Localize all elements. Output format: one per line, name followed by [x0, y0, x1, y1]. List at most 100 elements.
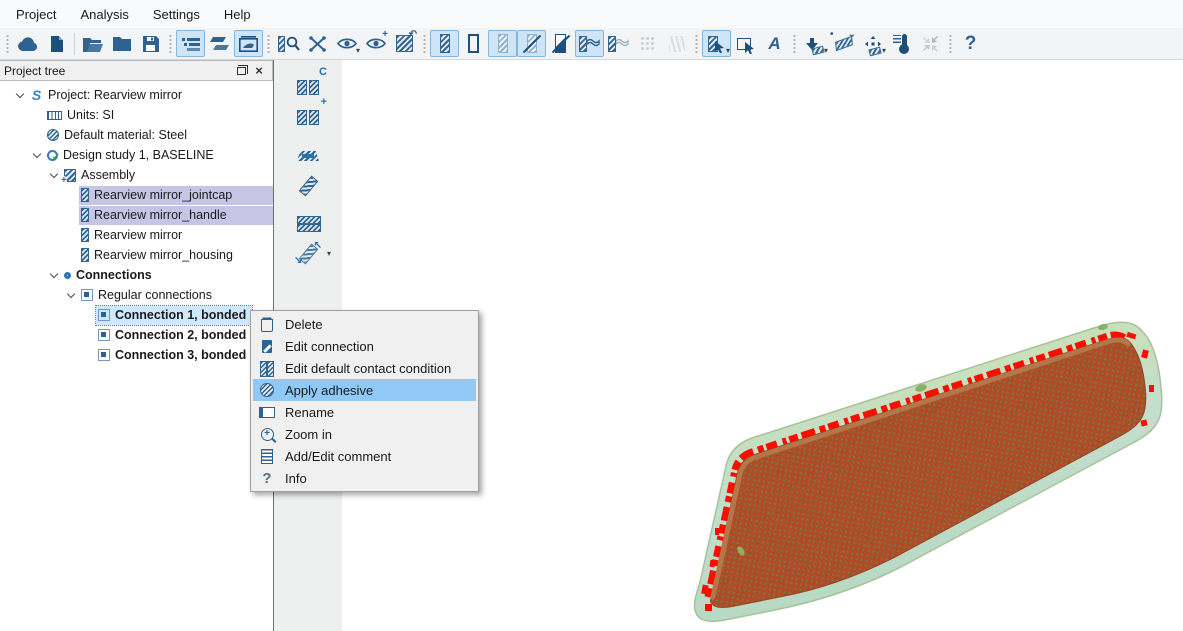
tree-row[interactable]: Connection 1, bonded	[0, 305, 273, 325]
spot-weld-icon[interactable]	[291, 172, 325, 200]
show-vertices-icon[interactable]	[633, 30, 662, 57]
toolbar-grip[interactable]	[422, 33, 427, 55]
toolbar-grip[interactable]	[5, 33, 10, 55]
new-file-icon[interactable]	[42, 30, 71, 57]
tree-row-body[interactable]: Rearview mirror_housing	[79, 246, 273, 265]
add-connection-icon[interactable]: +	[291, 102, 325, 130]
menu-help[interactable]: Help	[212, 3, 263, 26]
tree-row[interactable]: Connection 3, bonded	[0, 345, 273, 365]
tree-row-body[interactable]: Connection 1, bonded	[96, 306, 252, 325]
tree-row-body[interactable]: Default material: Steel	[45, 126, 273, 145]
context-menu-item[interactable]: Edit default contact condition	[253, 357, 476, 379]
tree-row-body[interactable]: Connection 3, bonded	[96, 346, 273, 365]
context-menu-item[interactable]: Apply adhesive	[253, 379, 476, 401]
tree-row-body[interactable]: Units: SI	[45, 106, 273, 125]
unmask-parts-icon[interactable]	[604, 30, 633, 57]
toolbar-grip[interactable]	[792, 33, 797, 55]
pick-box-icon[interactable]	[731, 30, 760, 57]
show-parts-icon[interactable]	[430, 30, 459, 57]
tree-row[interactable]: Connections	[0, 265, 273, 285]
context-menu-item-icon	[259, 340, 275, 353]
chevron-down-icon[interactable]	[16, 89, 24, 97]
measure-icon[interactable]: A	[760, 30, 789, 57]
tree-item-label: Rearview mirror_handle	[94, 208, 227, 222]
tree-row-body[interactable]: Connection 2, bonded	[96, 326, 273, 345]
tree-row-body[interactable]: Project: Rearview mirror	[28, 86, 273, 105]
tree-item-label: Default material: Steel	[64, 128, 187, 142]
tree-row-body[interactable]: Rearview mirror_jointcap	[79, 186, 273, 205]
context-menu-item[interactable]: Rename	[253, 401, 476, 423]
tree-row[interactable]: Project: Rearview mirror	[0, 85, 273, 105]
chevron-down-icon[interactable]	[50, 169, 58, 177]
display-window-icon[interactable]	[234, 30, 263, 57]
moment-load-icon[interactable]: •⌄	[829, 30, 858, 57]
tree-row[interactable]: Assembly	[0, 165, 273, 185]
mask-parts-icon[interactable]	[575, 30, 604, 57]
show-transparent-icon[interactable]	[488, 30, 517, 57]
chevron-slot	[63, 294, 79, 297]
thermal-load-icon[interactable]	[887, 30, 916, 57]
show-hidden-icon[interactable]	[546, 30, 575, 57]
rotate-part-icon[interactable]: ↶	[390, 30, 419, 57]
toolbar-grip[interactable]	[266, 33, 271, 55]
context-menu-item[interactable]: Zoom in	[253, 423, 476, 445]
fit-view-icon[interactable]	[303, 30, 332, 57]
float-panel-button[interactable]	[232, 63, 250, 79]
tree-row-body[interactable]: Regular connections	[79, 286, 273, 305]
chevron-down-icon[interactable]	[67, 289, 75, 297]
mirror-face[interactable]	[711, 338, 1145, 607]
project-tree-toggle-icon[interactable]	[176, 30, 205, 57]
save-icon[interactable]	[136, 30, 165, 57]
menu-analysis[interactable]: Analysis	[68, 3, 140, 26]
tree-item-icon	[81, 248, 89, 262]
hide-parts-icon[interactable]	[517, 30, 546, 57]
tree-row[interactable]: Rearview mirror_jointcap	[0, 185, 273, 205]
menu-project[interactable]: Project	[4, 3, 68, 26]
chevron-down-icon[interactable]	[50, 269, 58, 277]
toolbar-grip[interactable]	[168, 33, 173, 55]
tree-row[interactable]: Rearview mirror_housing	[0, 245, 273, 265]
visibility-icon[interactable]: ▾	[332, 30, 361, 57]
collapse-icon[interactable]	[916, 30, 945, 57]
tree-row[interactable]: Default material: Steel	[0, 125, 273, 145]
tree-item-label: Connections	[76, 268, 152, 282]
seam-weld-icon[interactable]	[291, 142, 325, 170]
contact-conditions-icon[interactable]	[291, 210, 325, 238]
tree-row[interactable]: Rearview mirror_handle	[0, 205, 273, 225]
tree-row[interactable]: Regular connections	[0, 285, 273, 305]
context-menu-item[interactable]: Info	[253, 467, 476, 489]
open-project-icon[interactable]	[78, 30, 107, 57]
pick-parts-icon[interactable]: ▾	[702, 30, 731, 57]
context-menu-item[interactable]: Add/Edit comment	[253, 445, 476, 467]
import-loads-icon[interactable]: ▾	[800, 30, 829, 57]
panel-title: Project tree	[4, 64, 232, 78]
comments-icon[interactable]	[205, 30, 234, 57]
cloud-icon[interactable]	[13, 30, 42, 57]
show-all-icon[interactable]: +	[361, 30, 390, 57]
tree-row[interactable]: Design study 1, BASELINE	[0, 145, 273, 165]
close-panel-button[interactable]: ×	[250, 63, 268, 79]
help-icon[interactable]: ?	[956, 30, 985, 57]
context-menu-item[interactable]: Delete	[253, 313, 476, 335]
menu-settings[interactable]: Settings	[141, 3, 212, 26]
tree-row-body[interactable]: Rearview mirror	[79, 226, 273, 245]
resolve-interference-icon[interactable]: ↘↖ ▾	[291, 240, 325, 268]
tree-row[interactable]: Units: SI	[0, 105, 273, 125]
zoom-window-icon[interactable]	[274, 30, 303, 57]
folder-icon[interactable]	[107, 30, 136, 57]
show-springs-icon[interactable]	[662, 30, 691, 57]
displacement-icon[interactable]: ▾	[858, 30, 887, 57]
tree-row[interactable]: Rearview mirror	[0, 225, 273, 245]
tree-row[interactable]: Connection 2, bonded	[0, 325, 273, 345]
chevron-down-icon[interactable]	[33, 149, 41, 157]
tree-item-label: Design study 1, BASELINE	[63, 148, 214, 162]
tree-row-body[interactable]: Connections	[62, 266, 273, 285]
toolbar-grip[interactable]	[694, 33, 699, 55]
context-menu-item[interactable]: Edit connection	[253, 335, 476, 357]
show-outline-icon[interactable]	[459, 30, 488, 57]
tree-row-body[interactable]: Rearview mirror_handle	[79, 206, 273, 225]
tree-row-body[interactable]: Design study 1, BASELINE	[45, 146, 273, 165]
toolbar-grip[interactable]	[948, 33, 953, 55]
tree-item-label: Assembly	[81, 168, 135, 182]
tree-row-body[interactable]: Assembly	[62, 166, 273, 185]
